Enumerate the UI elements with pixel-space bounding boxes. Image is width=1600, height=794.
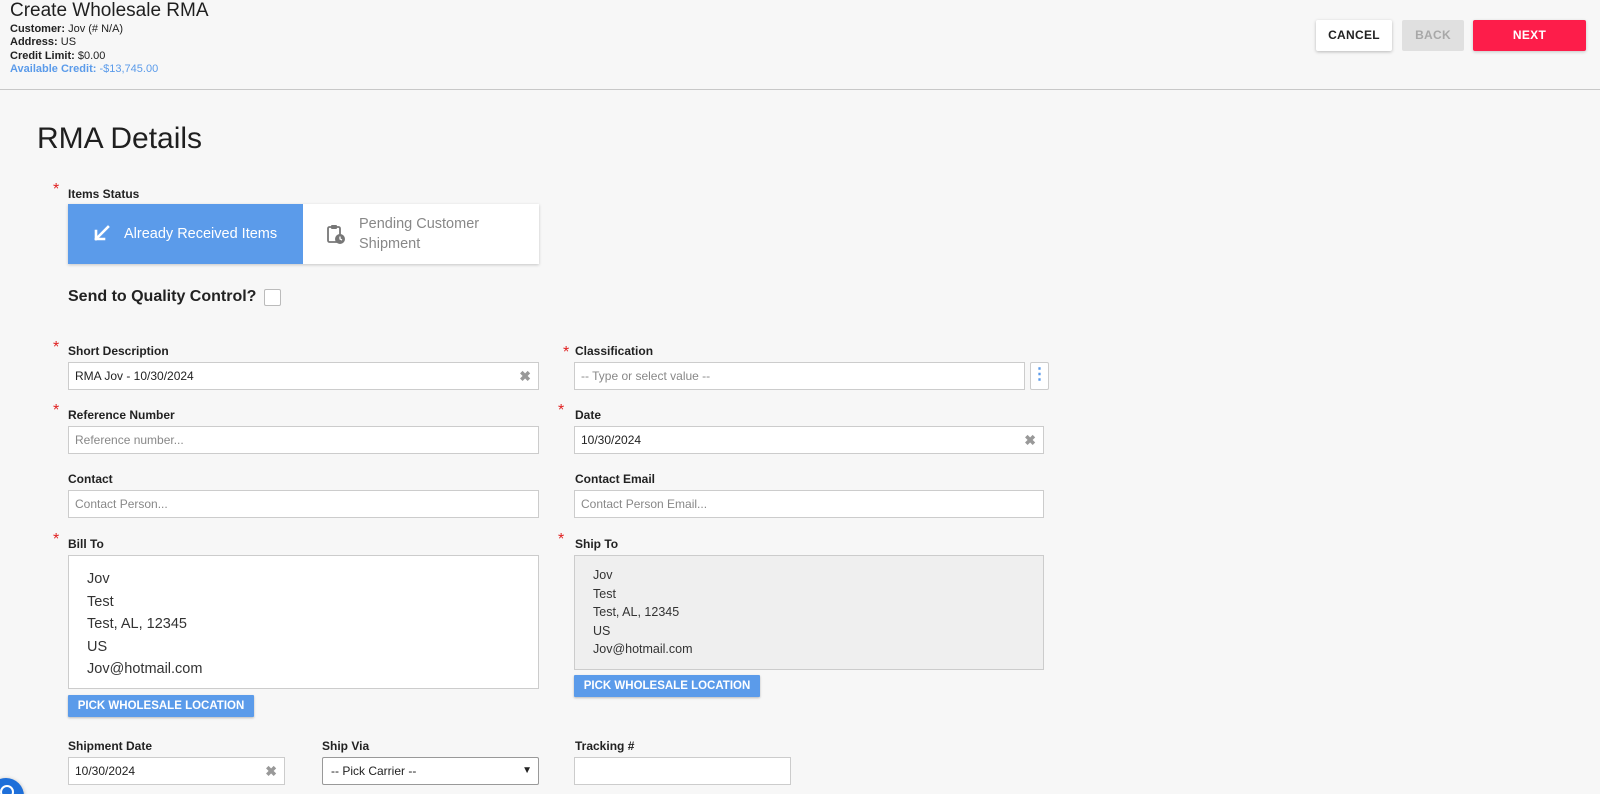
pending-shipment-option[interactable]: Pending Customer Shipment (303, 204, 539, 264)
required-marker: * (53, 402, 60, 419)
ship-to-line: Test (593, 586, 616, 601)
arrow-down-left-icon (94, 225, 110, 241)
contact-placeholder: Contact Person... (75, 497, 168, 511)
ship-via-select[interactable]: -- Pick Carrier -- ▼ (322, 757, 539, 785)
contact-label: Contact (68, 472, 113, 486)
date-input[interactable]: 10/30/2024 ✖ (574, 426, 1044, 454)
reference-number-input[interactable]: Reference number... (68, 426, 539, 454)
short-description-label: Short Description (68, 344, 169, 358)
bill-to-address[interactable]: Jov Test Test, AL, 12345 US Jov@hotmail.… (68, 555, 539, 689)
back-button[interactable]: BACK (1402, 20, 1464, 51)
ship-to-line: US (593, 623, 611, 638)
tracking-input[interactable] (574, 757, 791, 785)
contact-email-placeholder: Contact Person Email... (581, 497, 708, 511)
contact-input[interactable]: Contact Person... (68, 490, 539, 518)
classification-placeholder: -- Type or select value -- (581, 369, 711, 383)
contact-email-label: Contact Email (575, 472, 656, 486)
available-credit-label: Available Credit: (10, 62, 97, 75)
customer-label: Customer: (10, 23, 66, 35)
date-value: 10/30/2024 (581, 433, 642, 447)
quality-control-checkbox[interactable] (264, 289, 281, 306)
bill-to-label: Bill To (68, 537, 104, 551)
credit-limit-label: Credit Limit: (10, 49, 75, 62)
next-button[interactable]: NEXT (1473, 20, 1586, 51)
short-description-input[interactable]: RMA Jov - 10/30/2024 ✖ (68, 362, 539, 390)
address-label: Address: (10, 36, 58, 49)
ship-via-value: -- Pick Carrier -- (331, 764, 417, 778)
already-received-label: Already Received Items (124, 226, 278, 242)
available-credit-value: -$13,745.00 (99, 62, 159, 75)
bill-to-line: Jov (87, 571, 110, 587)
bill-to-line: Test, AL, 12345 (87, 616, 187, 632)
date-label: Date (575, 408, 602, 422)
items-status-toggle: Already Received Items Pending Customer … (68, 204, 539, 264)
required-marker: * (53, 339, 60, 356)
ship-via-label: Ship Via (322, 739, 370, 753)
page-title: RMA Details (37, 122, 203, 155)
ship-to-line: Test, AL, 12345 (593, 605, 680, 619)
shipment-date-value: 10/30/2024 (75, 764, 136, 778)
ship-to-label: Ship To (575, 537, 619, 551)
short-description-value: RMA Jov - 10/30/2024 (75, 369, 194, 383)
customer-info: Customer: Jov (# N/A) Address: US Credit… (10, 23, 158, 76)
quality-control-label: Send to Quality Control? (68, 288, 257, 305)
help-icon (0, 785, 14, 794)
ship-to-pick-location-button[interactable]: PICK WHOLESALE LOCATION (574, 675, 760, 697)
address-value: US (60, 36, 77, 49)
classification-input[interactable]: -- Type or select value -- (574, 362, 1025, 390)
clear-icon[interactable]: ✖ (265, 758, 277, 784)
bill-to-line: Test (87, 593, 114, 610)
clipboard-clock-icon (327, 225, 345, 244)
ship-to-line: Jov (593, 568, 613, 582)
required-marker: * (563, 344, 570, 361)
more-options-icon[interactable]: ⋮ (1030, 362, 1049, 390)
ship-to-line: Jov@hotmail.com (593, 642, 693, 656)
reference-number-placeholder: Reference number... (75, 433, 184, 447)
clear-icon[interactable]: ✖ (1024, 427, 1036, 453)
header-title: Create Wholesale RMA (10, 0, 209, 21)
bill-to-pick-location-button[interactable]: PICK WHOLESALE LOCATION (68, 695, 254, 717)
classification-label: Classification (575, 344, 654, 358)
help-widget-button[interactable] (0, 778, 24, 794)
required-marker: * (53, 531, 60, 548)
required-marker: * (53, 181, 60, 198)
clear-icon[interactable]: ✖ (519, 363, 531, 389)
chevron-down-icon: ▼ (522, 765, 532, 776)
already-received-option[interactable]: Already Received Items (68, 204, 303, 264)
credit-limit-value: $0.00 (77, 49, 106, 62)
pending-shipment-label: Pending Customer Shipment (359, 216, 480, 252)
contact-email-input[interactable]: Contact Person Email... (574, 490, 1044, 518)
required-marker: * (558, 402, 565, 419)
tracking-label: Tracking # (575, 739, 635, 753)
page-header: Create Wholesale RMA Customer: Jov (# N/… (0, 0, 1600, 90)
bill-to-line: US (87, 638, 108, 655)
bill-to-line: Jov@hotmail.com (87, 661, 203, 677)
cancel-button[interactable]: CANCEL (1316, 20, 1392, 51)
ship-to-address: Jov Test Test, AL, 12345 US Jov@hotmail.… (574, 555, 1044, 670)
items-status-label: Items Status (68, 187, 140, 201)
shipment-date-label: Shipment Date (68, 739, 153, 753)
required-marker: * (558, 531, 565, 548)
shipment-date-input[interactable]: 10/30/2024 ✖ (68, 757, 285, 785)
customer-value: Jov (# N/A) (68, 23, 124, 35)
reference-number-label: Reference Number (68, 408, 175, 422)
